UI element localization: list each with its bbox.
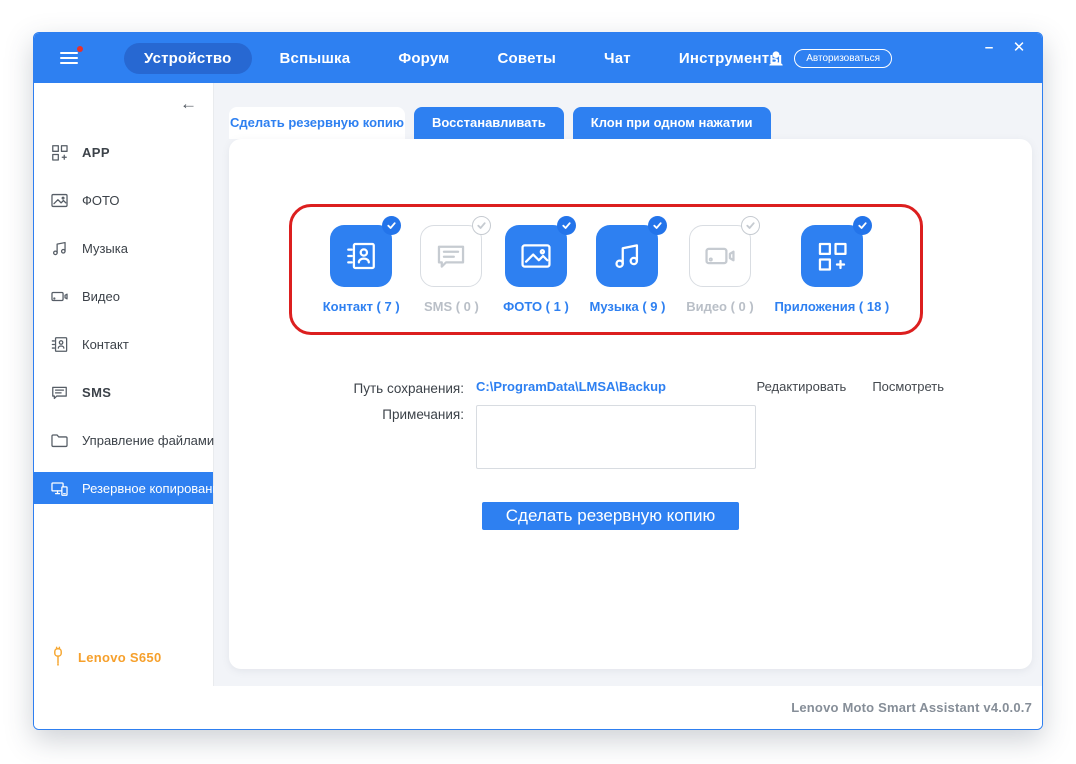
top-navigation-bar: Устройство Вспышка Форум Советы Чат Инст… <box>34 33 1042 83</box>
nav-item-tips[interactable]: Советы <box>477 43 576 74</box>
nav-item-forum[interactable]: Форум <box>378 43 469 74</box>
contacts-tile[interactable] <box>330 225 393 287</box>
category-apps[interactable]: Приложения ( 18 ) <box>774 216 890 314</box>
sidebar-item-photo[interactable]: ФОТО <box>34 184 213 216</box>
category-label: Контакт ( 7 ) <box>322 299 400 314</box>
window-controls: – ✕ <box>980 39 1028 57</box>
sidebar-item-label: APP <box>82 144 110 160</box>
top-nav: Устройство Вспышка Форум Советы Чат Инст… <box>124 42 802 74</box>
app-version-text: Lenovo Moto Smart Assistant v4.0.0.7 <box>791 700 1032 715</box>
notes-label: Примечания: <box>382 407 464 422</box>
sidebar-item-video[interactable]: Видео <box>34 280 213 312</box>
nav-item-chat[interactable]: Чат <box>584 43 651 74</box>
video-icon <box>705 247 735 265</box>
sidebar-item-backup[interactable]: Резервное копирование <box>34 472 227 504</box>
unchecked-icon[interactable] <box>472 216 492 235</box>
sidebar-collapse-icon[interactable]: ← <box>180 95 197 112</box>
category-label: ФОТО ( 1 ) <box>503 299 569 314</box>
user-icon <box>769 51 783 66</box>
make-backup-button[interactable]: Сделать резервную копию <box>481 502 740 530</box>
music-icon <box>53 241 66 255</box>
tab-make-backup[interactable]: Сделать резервную копию <box>229 107 405 139</box>
app-window: Устройство Вспышка Форум Советы Чат Инст… <box>33 32 1043 730</box>
photo-tile[interactable] <box>504 225 567 287</box>
login-button[interactable]: Авторизоваться <box>794 48 892 68</box>
sidebar-item-label: Резервное копирование <box>82 480 227 496</box>
checked-icon[interactable] <box>556 216 576 235</box>
annotation-red-box: Контакт ( 7 ) SMS ( 0 ) ФОТО (1) Музык… <box>289 204 923 335</box>
sidebar-item-app[interactable]: APP <box>34 136 213 168</box>
sidebar-item-label: SMS <box>82 384 112 400</box>
photo-icon <box>51 193 68 207</box>
sms-tile[interactable] <box>420 225 483 287</box>
folder-icon <box>51 433 68 447</box>
view-path-link[interactable]: Посмотреть <box>872 379 944 394</box>
apps-tile[interactable] <box>800 225 863 287</box>
save-path-row: Путь сохранения: C:\ProgramData\LMSA\Bac… <box>229 379 1032 396</box>
category-contacts[interactable]: Контакт ( 7 ) <box>322 216 402 314</box>
sidebar-item-sms[interactable]: SMS <box>34 376 213 408</box>
minimize-button[interactable]: – <box>980 39 998 57</box>
video-icon <box>51 291 68 301</box>
nav-item-flash[interactable]: Вспышка <box>260 43 371 74</box>
checked-icon[interactable] <box>648 216 668 235</box>
category-label: Музыка ( 9 ) <box>589 299 666 314</box>
usb-cable-icon <box>54 646 62 666</box>
backup-icon <box>51 481 68 496</box>
apps-icon <box>818 242 847 271</box>
sidebar-item-contact[interactable]: Контакт <box>34 328 213 360</box>
contact-icon <box>51 336 68 352</box>
notification-dot <box>77 46 83 52</box>
sidebar-item-music[interactable]: Музыка <box>34 232 213 264</box>
checked-icon[interactable] <box>852 216 872 235</box>
backup-panel: Контакт ( 7 ) SMS ( 0 ) ФОТО (1) Музык… <box>229 139 1032 669</box>
category-photo[interactable]: ФОТО ( 1 ) <box>503 216 576 314</box>
unchecked-icon[interactable] <box>740 216 760 235</box>
sidebar-item-label: Музыка <box>82 240 128 256</box>
category-label: Видео ( 0 ) <box>686 299 754 314</box>
status-footer: Lenovo Moto Smart Assistant v4.0.0.7 <box>34 686 1042 729</box>
save-path-value[interactable]: C:\ProgramData\LMSA\Backup <box>476 379 666 394</box>
main-area: Сделать резервную копию Восстанавливать … <box>214 83 1042 686</box>
sidebar-item-file-management[interactable]: Управление файлами <box>34 424 215 456</box>
sidebar-item-label: Контакт <box>82 336 129 352</box>
sidebar-item-label: Видео <box>82 288 120 304</box>
account-area: Авторизоваться <box>766 33 892 83</box>
sms-icon <box>52 386 67 399</box>
connected-device: Lenovo S650 <box>50 646 162 668</box>
sms-icon <box>438 245 465 268</box>
category-sms[interactable]: SMS ( 0 ) <box>420 216 492 314</box>
sidebar-item-label: Управление файлами <box>82 432 215 448</box>
backup-form: Путь сохранения: C:\ProgramData\LMSA\Bac… <box>229 379 1032 530</box>
backup-tabs: Сделать резервную копию Восстанавливать … <box>229 107 1042 147</box>
hamburger-menu-icon[interactable] <box>60 46 83 67</box>
notes-input[interactable] <box>476 405 756 469</box>
music-icon <box>615 244 639 269</box>
sidebar-item-label: ФОТО <box>82 192 120 208</box>
device-name: Lenovo S650 <box>78 649 162 665</box>
edit-path-link[interactable]: Редактировать <box>757 379 847 394</box>
save-path-label: Путь сохранения: <box>353 381 464 396</box>
category-video[interactable]: Видео ( 0 ) <box>686 216 760 314</box>
music-tile[interactable] <box>596 225 659 287</box>
video-tile[interactable] <box>688 225 751 287</box>
category-label: Приложения ( 18 ) <box>774 299 890 314</box>
category-music[interactable]: Музыка ( 9 ) <box>589 216 668 314</box>
category-label: SMS ( 0 ) <box>423 299 479 314</box>
checked-icon[interactable] <box>382 216 402 235</box>
notes-row: Примечания: <box>229 405 1032 469</box>
sidebar: ← APP ФОТО Музыка Видео Контакт SMS Упра… <box>34 83 227 686</box>
apps-icon <box>52 144 68 161</box>
nav-item-device[interactable]: Устройство <box>124 42 252 74</box>
close-button[interactable]: ✕ <box>1010 39 1028 57</box>
sidebar-nav: APP ФОТО Музыка Видео Контакт SMS Управл… <box>34 136 227 504</box>
contact-icon <box>347 242 376 270</box>
photo-icon <box>521 244 551 268</box>
